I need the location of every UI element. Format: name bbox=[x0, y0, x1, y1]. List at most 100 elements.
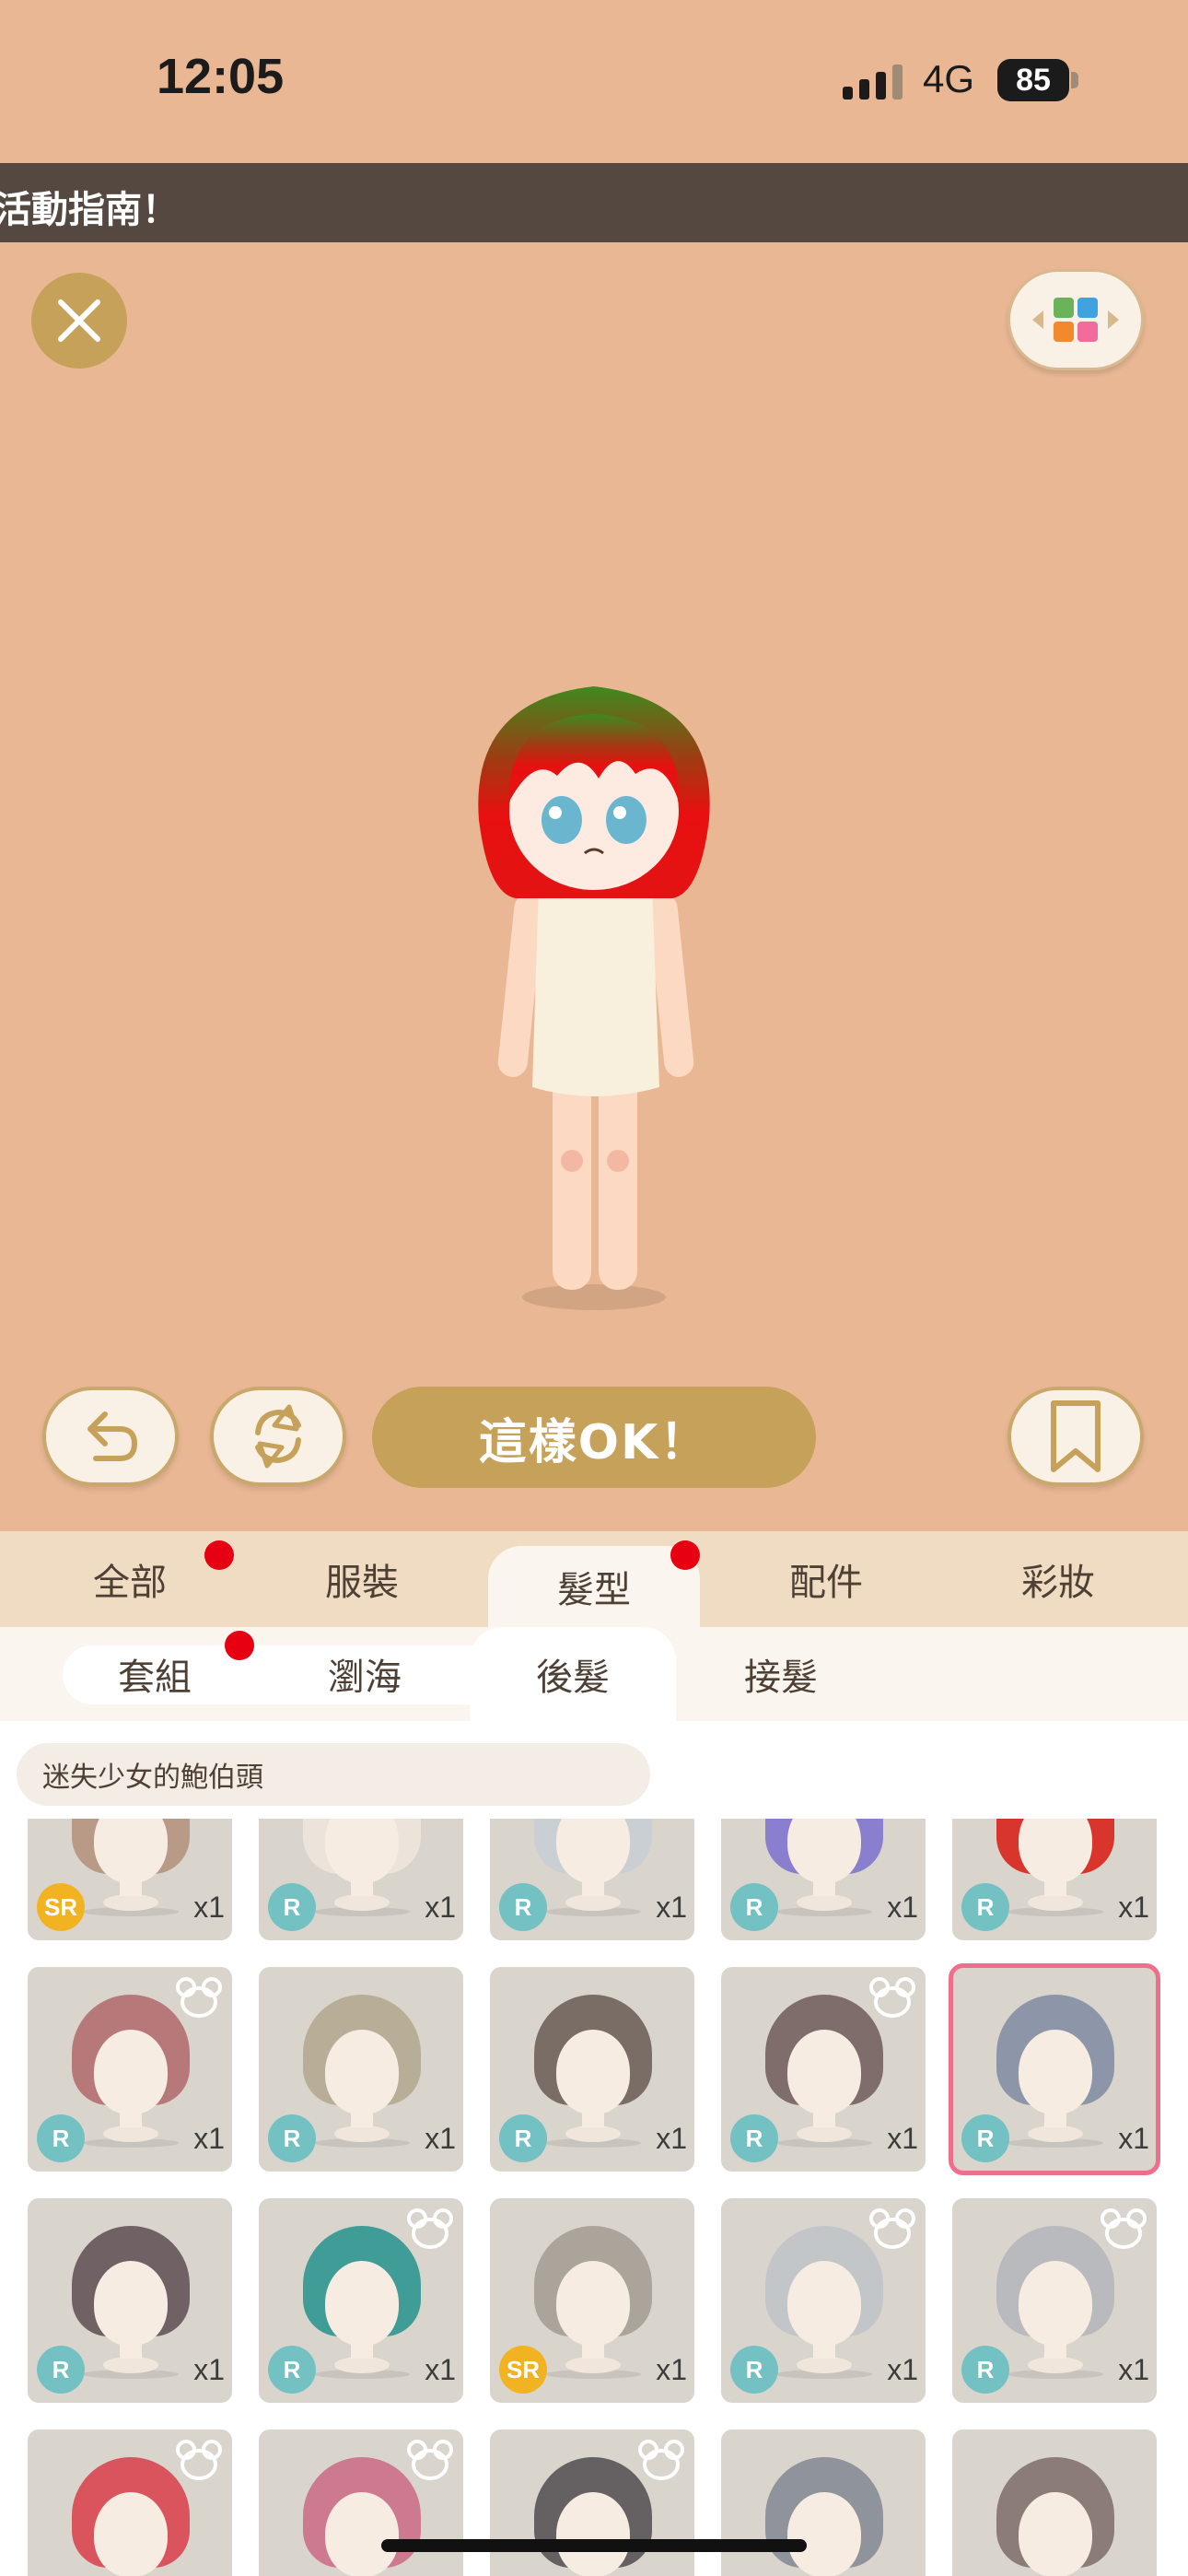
hair-item-card[interactable]: Rx1 bbox=[721, 2430, 926, 2576]
rarity-badge: R bbox=[730, 2114, 778, 2162]
undo-button[interactable] bbox=[42, 1387, 179, 1486]
hair-item-card[interactable]: Rx1 bbox=[490, 1967, 694, 2172]
mannequin-stand bbox=[334, 1894, 390, 1911]
hair-item-card[interactable]: SR x1 bbox=[28, 1819, 232, 1940]
color-grid-icon bbox=[1032, 298, 1119, 342]
mannequin-stand bbox=[1028, 2125, 1083, 2142]
item-quantity: x1 bbox=[193, 2122, 225, 2155]
rarity-badge: R bbox=[268, 2114, 316, 2162]
item-quantity: x1 bbox=[1118, 1891, 1149, 1924]
mannequin-stand bbox=[565, 2125, 621, 2142]
hair-item-card[interactable]: Rx1 bbox=[28, 2430, 232, 2576]
rarity-badge: SR bbox=[499, 2346, 547, 2394]
hair-item-card[interactable]: Rx1 bbox=[952, 2430, 1157, 2576]
item-quantity: x1 bbox=[193, 1891, 225, 1924]
tab-clothing[interactable]: 服裝 bbox=[256, 1531, 468, 1627]
mannequin-head bbox=[94, 2030, 168, 2114]
hair-item-card[interactable]: Rx1 bbox=[952, 2198, 1157, 2403]
rarity-badge: R bbox=[499, 1883, 547, 1931]
item-quantity: x1 bbox=[887, 1891, 918, 1924]
status-time: 12:05 bbox=[157, 49, 285, 104]
hair-item-card[interactable]: Rx1 bbox=[721, 2198, 926, 2403]
subcategory-tabs: 套組 瀏海 後髮 接髮 bbox=[0, 1627, 1188, 1721]
mannequin-stand bbox=[334, 2125, 390, 2142]
mannequin-stand bbox=[797, 2125, 852, 2142]
bear-icon bbox=[176, 1977, 222, 2018]
battery-cap bbox=[1071, 72, 1078, 88]
randomize-button[interactable] bbox=[210, 1387, 346, 1486]
hair-item-card[interactable]: Rx1 bbox=[28, 1967, 232, 2172]
subtab-hair-extension-label: 接髮 bbox=[744, 1657, 818, 1699]
tab-makeup[interactable]: 彩妝 bbox=[952, 1531, 1164, 1627]
mannequin-head bbox=[94, 2261, 168, 2346]
hair-item-card[interactable]: SR x1 bbox=[490, 2198, 694, 2403]
hair-item-card[interactable]: Rx1 bbox=[259, 2198, 463, 2403]
tab-hairstyle[interactable]: 髮型 bbox=[488, 1546, 700, 1627]
confirm-ok-button[interactable]: 這樣OK！ bbox=[372, 1387, 816, 1488]
rarity-badge: SR bbox=[37, 1883, 85, 1931]
mannequin-stand bbox=[103, 1894, 158, 1911]
status-bar: 12:05 4G 85 bbox=[0, 0, 1188, 162]
bear-icon bbox=[407, 2208, 453, 2249]
hair-item-card[interactable]: Rx1 bbox=[490, 1819, 694, 1940]
mannequin-head bbox=[787, 2261, 861, 2346]
character-avatar[interactable] bbox=[451, 682, 746, 1327]
subtab-bangs[interactable]: 瀏海 bbox=[263, 1627, 466, 1721]
mannequin-stand bbox=[1028, 2357, 1083, 2373]
item-panel: 迷失少女的鮑伯頭 SR x1 Rx1 Rx1 Rx1 Rx1 Rx1 Rx1 Rx1 Rx1 Rx1… bbox=[0, 1721, 1188, 2576]
tab-accessories[interactable]: 配件 bbox=[720, 1531, 932, 1627]
item-quantity: x1 bbox=[887, 2353, 918, 2386]
subtab-back-hair[interactable]: 後髮 bbox=[470, 1627, 676, 1721]
hair-item-card[interactable]: Rx1 bbox=[952, 1819, 1157, 1940]
mannequin-head bbox=[1019, 2261, 1092, 2346]
mannequin-head bbox=[556, 2492, 630, 2576]
rarity-badge: R bbox=[268, 1883, 316, 1931]
mannequin-head bbox=[325, 2030, 399, 2114]
rarity-badge: R bbox=[37, 2346, 85, 2394]
battery-icon: 85 bbox=[997, 59, 1069, 101]
item-quantity: x1 bbox=[425, 2122, 456, 2155]
bear-icon bbox=[176, 2440, 222, 2480]
home-indicator[interactable] bbox=[381, 2539, 807, 2552]
mannequin-stand bbox=[565, 1894, 621, 1911]
mannequin-stand bbox=[797, 2357, 852, 2373]
close-icon bbox=[58, 299, 100, 342]
item-grid[interactable]: SR x1 Rx1 Rx1 Rx1 Rx1 Rx1 Rx1 Rx1 Rx1 Rx1 Rx1 Rx1 SR x… bbox=[0, 1819, 1188, 2576]
item-quantity: x1 bbox=[656, 2122, 687, 2155]
hair-item-card[interactable]: Rx1 bbox=[949, 1963, 1160, 2175]
mannequin-stand bbox=[565, 2357, 621, 2373]
subtab-bangs-label: 瀏海 bbox=[328, 1657, 402, 1699]
notification-badge bbox=[670, 1540, 700, 1570]
close-button[interactable] bbox=[31, 273, 127, 369]
hair-item-card[interactable]: Rx1 bbox=[259, 1967, 463, 2172]
notification-badge bbox=[225, 1631, 254, 1660]
announcement-banner[interactable]: 活動指南！ bbox=[0, 163, 1188, 242]
save-bookmark-button[interactable] bbox=[1007, 1387, 1144, 1486]
mannequin-head bbox=[94, 2492, 168, 2576]
cellular-signal-icon bbox=[843, 63, 903, 100]
mannequin-head bbox=[787, 2030, 861, 2114]
hair-item-card[interactable]: Rx1 bbox=[721, 1819, 926, 1940]
tab-accessories-label: 配件 bbox=[789, 1562, 863, 1604]
rarity-badge: R bbox=[961, 2114, 1009, 2162]
hair-item-card[interactable]: Rx1 bbox=[259, 2430, 463, 2576]
item-quantity: x1 bbox=[1118, 2353, 1149, 2386]
subtab-hair-extension[interactable]: 接髮 bbox=[680, 1627, 882, 1721]
undo-icon bbox=[87, 1411, 137, 1461]
tab-all[interactable]: 全部 bbox=[24, 1531, 236, 1627]
rarity-badge: R bbox=[730, 2346, 778, 2394]
mannequin-stand bbox=[797, 1894, 852, 1911]
mannequin-head bbox=[787, 2492, 861, 2576]
hair-item-card[interactable]: Rx1 bbox=[28, 2198, 232, 2403]
hair-item-card[interactable]: Rx1 bbox=[721, 1967, 926, 2172]
item-quantity: x1 bbox=[656, 1891, 687, 1924]
rarity-badge: R bbox=[961, 1883, 1009, 1931]
refresh-icon bbox=[255, 1404, 301, 1469]
hair-item-card[interactable]: Rx1 bbox=[259, 1819, 463, 1940]
subtab-back-hair-label: 後髮 bbox=[536, 1657, 610, 1699]
hair-item-card[interactable]: Rx1 bbox=[490, 2430, 694, 2576]
view-toggle-button[interactable] bbox=[1007, 269, 1144, 370]
item-quantity: x1 bbox=[425, 2353, 456, 2386]
rarity-badge: R bbox=[499, 2114, 547, 2162]
notification-badge bbox=[204, 1540, 234, 1570]
